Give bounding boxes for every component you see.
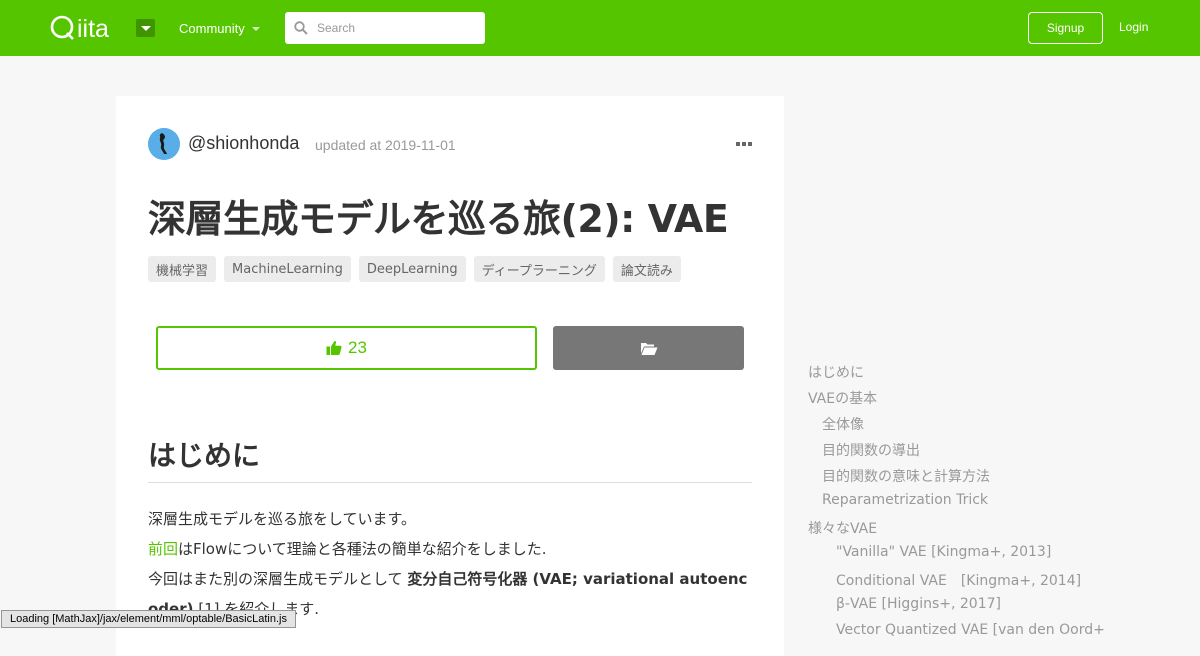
qiita-logo[interactable]: iita (50, 12, 126, 42)
search-box[interactable] (285, 12, 485, 44)
caret-down-icon (251, 26, 260, 31)
caret-down-icon (140, 25, 151, 31)
toc-item[interactable]: VAEの基本 (808, 388, 877, 408)
toc-item[interactable]: 全体像 (822, 414, 864, 434)
updated-date: updated at 2019-11-01 (315, 137, 456, 153)
community-menu[interactable]: Community (179, 21, 260, 36)
paragraph-line-2: 前回はFlowについて理論と各種法の簡単な紹介をしました. (148, 540, 547, 558)
toc-item[interactable]: Vector Quantized VAE [van den Oord+ (836, 622, 1105, 638)
search-icon (294, 21, 308, 35)
paragraph-line-1: 深層生成モデルを巡る旅をしています。 (148, 510, 417, 528)
previous-article-link[interactable]: 前回 (148, 540, 178, 558)
tag-item[interactable]: 論文読み (612, 256, 681, 282)
stock-button[interactable] (553, 326, 744, 370)
toc-item[interactable]: 目的関数の導出 (822, 440, 920, 460)
like-button[interactable]: 23 (156, 326, 537, 370)
search-input[interactable] (317, 21, 477, 35)
like-count: 23 (348, 338, 367, 357)
toc-item[interactable]: 様々なVAE (808, 518, 877, 538)
mathjax-loading-status: Loading [MathJax]/jax/element/mml/optabl… (1, 610, 296, 628)
tag-item[interactable]: DeepLearning (358, 256, 466, 282)
login-link[interactable]: Login (1119, 20, 1148, 34)
tag-item[interactable]: 機械学習 (148, 256, 217, 282)
tag-item[interactable]: ディープラーニング (473, 256, 605, 282)
logo-dropdown-button[interactable] (136, 19, 155, 37)
toc-item[interactable]: 目的関数の意味と計算方法 (822, 466, 990, 486)
author-username[interactable]: @shionhonda (188, 133, 299, 154)
toc-item[interactable]: β-VAE [Higgins+, 2017] (836, 596, 1001, 612)
more-options-icon[interactable] (736, 142, 752, 146)
toc-item[interactable]: Conditional VAE [Kingma+, 2014] (836, 570, 1081, 590)
svg-text:iita: iita (77, 15, 109, 42)
tag-list: 機械学習 MachineLearning DeepLearning ディープラー… (148, 256, 681, 282)
toc-item[interactable]: Reparametrization Trick (822, 492, 988, 508)
community-label: Community (179, 21, 245, 36)
section-heading: はじめに (148, 434, 752, 483)
user-avatar[interactable] (148, 128, 180, 160)
tag-item[interactable]: MachineLearning (224, 256, 351, 282)
toc-item[interactable]: "Vanilla" VAE [Kingma+, 2013] (836, 544, 1051, 560)
article-title: 深層生成モデルを巡る旅(2): VAE (148, 197, 729, 241)
folder-open-icon (640, 342, 657, 355)
paragraph-line-3: 今回はまた別の深層生成モデルとして 変分自己符号化器 (VAE; variati… (148, 570, 748, 588)
signup-button[interactable]: Signup (1028, 12, 1103, 44)
toc-item[interactable]: はじめに (808, 362, 864, 382)
top-navbar: iita Community Signup Login (0, 0, 1200, 56)
thumbs-up-icon (326, 340, 342, 355)
